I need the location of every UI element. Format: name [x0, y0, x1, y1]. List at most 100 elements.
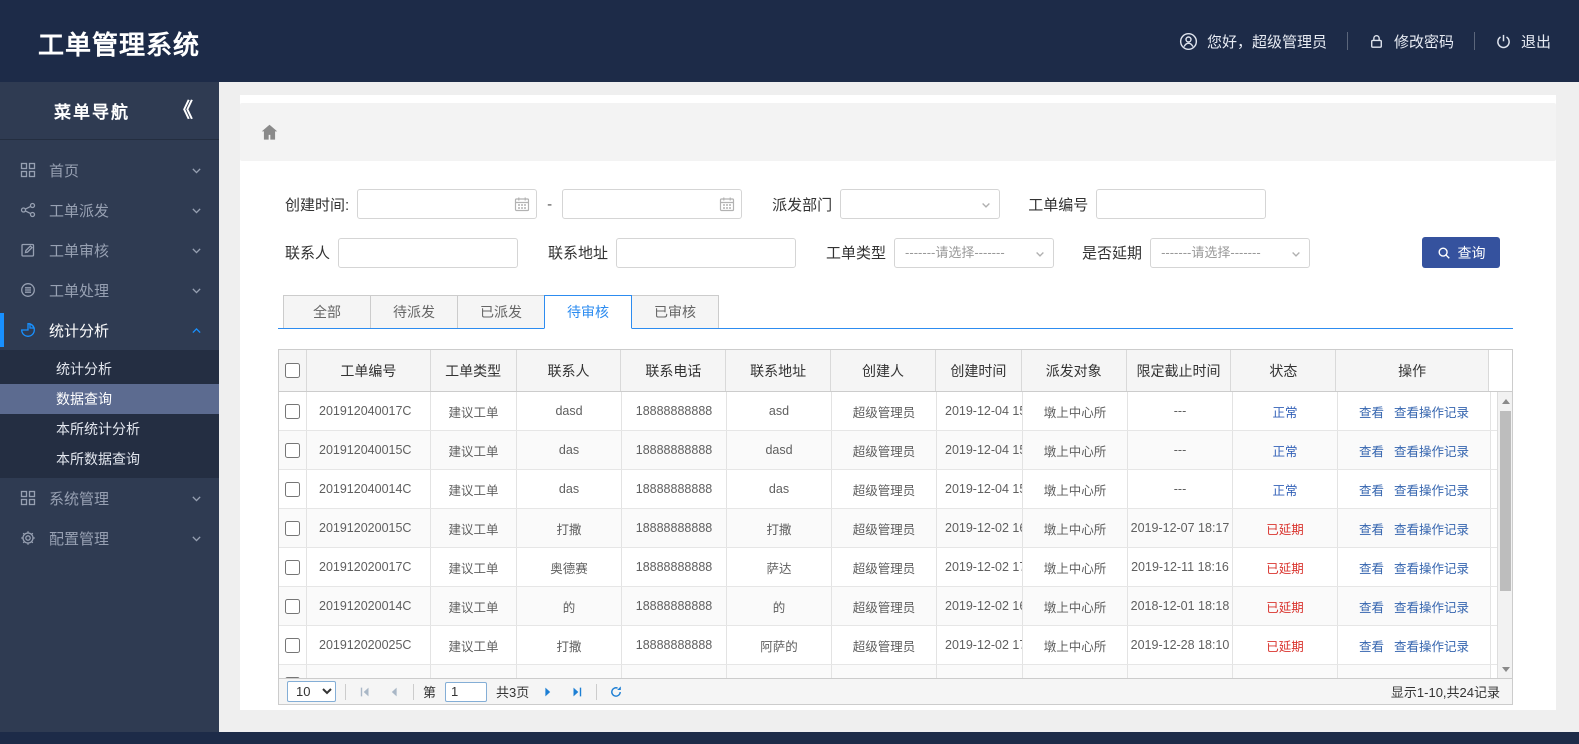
cell-contact: 打撒: [517, 626, 622, 664]
gear-icon: [20, 530, 36, 546]
cell-order-type: 建议工单: [431, 392, 517, 430]
row-checkbox[interactable]: [285, 442, 300, 458]
power-icon: [1495, 33, 1512, 50]
created-time-start-input[interactable]: [357, 189, 538, 219]
edit-icon: [20, 242, 36, 258]
sidebar-item-statistics[interactable]: 统计分析: [0, 310, 219, 350]
tab-dispatched[interactable]: 已派发: [457, 295, 545, 328]
submenu-item-local-statistics[interactable]: 本所统计分析: [0, 414, 219, 444]
tab-to-review[interactable]: 待审核: [544, 295, 632, 329]
row-checkbox[interactable]: [285, 559, 300, 575]
sidebar-item-system[interactable]: 系统管理: [0, 478, 219, 518]
sidebar-item-process[interactable]: 工单处理: [0, 270, 219, 310]
lock-icon: [1368, 33, 1385, 50]
header-spacer-cell: [1489, 350, 1512, 391]
view-link[interactable]: 查看: [1359, 441, 1384, 460]
first-page-icon[interactable]: [355, 684, 375, 700]
table-row: 201912020025C 建议工单 打撒 18888888888 阿萨的 超级…: [279, 626, 1512, 665]
cell-phone: [622, 665, 727, 678]
refresh-icon[interactable]: [606, 684, 626, 700]
calendar-icon[interactable]: [514, 196, 530, 212]
sidebar-title: 菜单导航: [54, 103, 130, 122]
row-checkbox[interactable]: [285, 598, 300, 614]
chevron-down-icon: [190, 164, 203, 177]
cell-address: 的: [727, 587, 832, 625]
created-time-start-field: [357, 189, 538, 219]
last-page-icon[interactable]: [567, 684, 587, 700]
sidebar-item-config[interactable]: 配置管理: [0, 518, 219, 558]
sidebar-item-review[interactable]: 工单审核: [0, 230, 219, 270]
home-icon[interactable]: [260, 123, 279, 142]
order-no-input[interactable]: [1096, 189, 1267, 219]
created-time-end-input[interactable]: [562, 189, 743, 219]
change-password-button[interactable]: 修改密码: [1368, 31, 1454, 52]
view-log-link[interactable]: 查看操作记录: [1394, 636, 1469, 655]
prev-page-icon[interactable]: [384, 684, 404, 700]
cell-order-type: 建议工单: [431, 587, 517, 625]
cell-order-no: 201912020025C: [307, 626, 431, 664]
pie-chart-icon: [20, 322, 36, 338]
sidebar-item-home[interactable]: 首页: [0, 150, 219, 190]
col-order-no: 工单编号: [307, 350, 431, 391]
dispatch-dept-field: [840, 189, 1001, 219]
sidebar-collapse-icon[interactable]: 《: [173, 101, 193, 121]
tab-to-dispatch[interactable]: 待派发: [370, 295, 458, 328]
page-size-select[interactable]: 10: [287, 681, 336, 702]
view-link[interactable]: 查看: [1359, 636, 1384, 655]
sidebar-item-dispatch[interactable]: 工单派发: [0, 190, 219, 230]
cell-actions: 查看 查看操作记录: [1338, 470, 1491, 508]
view-link[interactable]: 查看: [1359, 519, 1384, 538]
dispatch-dept-select[interactable]: [840, 189, 1001, 219]
view-log-link[interactable]: 查看操作记录: [1394, 519, 1469, 538]
logout-button[interactable]: 退出: [1495, 31, 1551, 52]
date-range-separator: -: [547, 195, 553, 213]
cell-deadline: 2018-12-01 18:18: [1128, 587, 1233, 625]
scroll-up-icon[interactable]: [1498, 394, 1512, 408]
search-button[interactable]: 查询: [1422, 237, 1500, 268]
pager-divider: [596, 683, 598, 700]
cell-contact: dasd: [517, 392, 622, 430]
chevron-up-icon: [190, 324, 203, 337]
cell-address: das: [727, 470, 832, 508]
scroll-down-icon[interactable]: [1498, 662, 1512, 676]
view-log-link[interactable]: 查看操作记录: [1394, 558, 1469, 577]
cell-creator: 超级管理员: [832, 470, 937, 508]
row-checkbox[interactable]: [285, 676, 300, 678]
cell-creator: 超级管理员: [832, 626, 937, 664]
submenu-item-data-query[interactable]: 数据查询: [0, 384, 219, 414]
scrollbar-thumb[interactable]: [1500, 411, 1511, 591]
address-input[interactable]: [616, 237, 797, 268]
row-checkbox[interactable]: [285, 481, 300, 497]
view-log-link[interactable]: 查看操作记录: [1394, 597, 1469, 616]
cell-creator: 超级管理员: [832, 548, 937, 586]
row-checkbox[interactable]: [285, 637, 300, 653]
table-scrollbar[interactable]: [1497, 392, 1512, 678]
view-link[interactable]: 查看: [1359, 402, 1384, 421]
select-all-checkbox[interactable]: [284, 363, 300, 378]
cell-order-no: 201912040015C: [307, 431, 431, 469]
submenu-item-statistics[interactable]: 统计分析: [0, 354, 219, 384]
view-link[interactable]: 查看: [1359, 597, 1384, 616]
calendar-icon[interactable]: [719, 196, 735, 212]
row-checkbox[interactable]: [285, 520, 300, 536]
row-checkbox[interactable]: [285, 403, 300, 419]
view-link[interactable]: 查看: [1359, 480, 1384, 499]
status-badge: 已延期: [1233, 509, 1338, 547]
user-greeting[interactable]: 您好，超级管理员: [1179, 31, 1327, 52]
view-log-link[interactable]: 查看操作记录: [1394, 441, 1469, 460]
submenu-item-local-data-query[interactable]: 本所数据查询: [0, 444, 219, 474]
statistics-submenu: 统计分析 数据查询 本所统计分析 本所数据查询: [0, 350, 219, 478]
view-log-link[interactable]: 查看操作记录: [1394, 402, 1469, 421]
view-link[interactable]: 查看: [1359, 558, 1384, 577]
order-type-select[interactable]: -------请选择-------: [894, 237, 1055, 268]
contact-input[interactable]: [338, 237, 519, 268]
view-log-link[interactable]: 查看操作记录: [1394, 480, 1469, 499]
page-number-input[interactable]: [445, 681, 488, 702]
tab-reviewed[interactable]: 已审核: [631, 295, 719, 328]
delay-select[interactable]: -------请选择-------: [1150, 237, 1311, 268]
grid-icon: [20, 162, 36, 178]
record-summary: 显示1-10,共24记录: [1390, 685, 1500, 700]
table-row: 201912040017C 建议工单 dasd 18888888888 asd …: [279, 392, 1512, 431]
tab-all[interactable]: 全部: [283, 295, 371, 328]
next-page-icon[interactable]: [538, 684, 558, 700]
